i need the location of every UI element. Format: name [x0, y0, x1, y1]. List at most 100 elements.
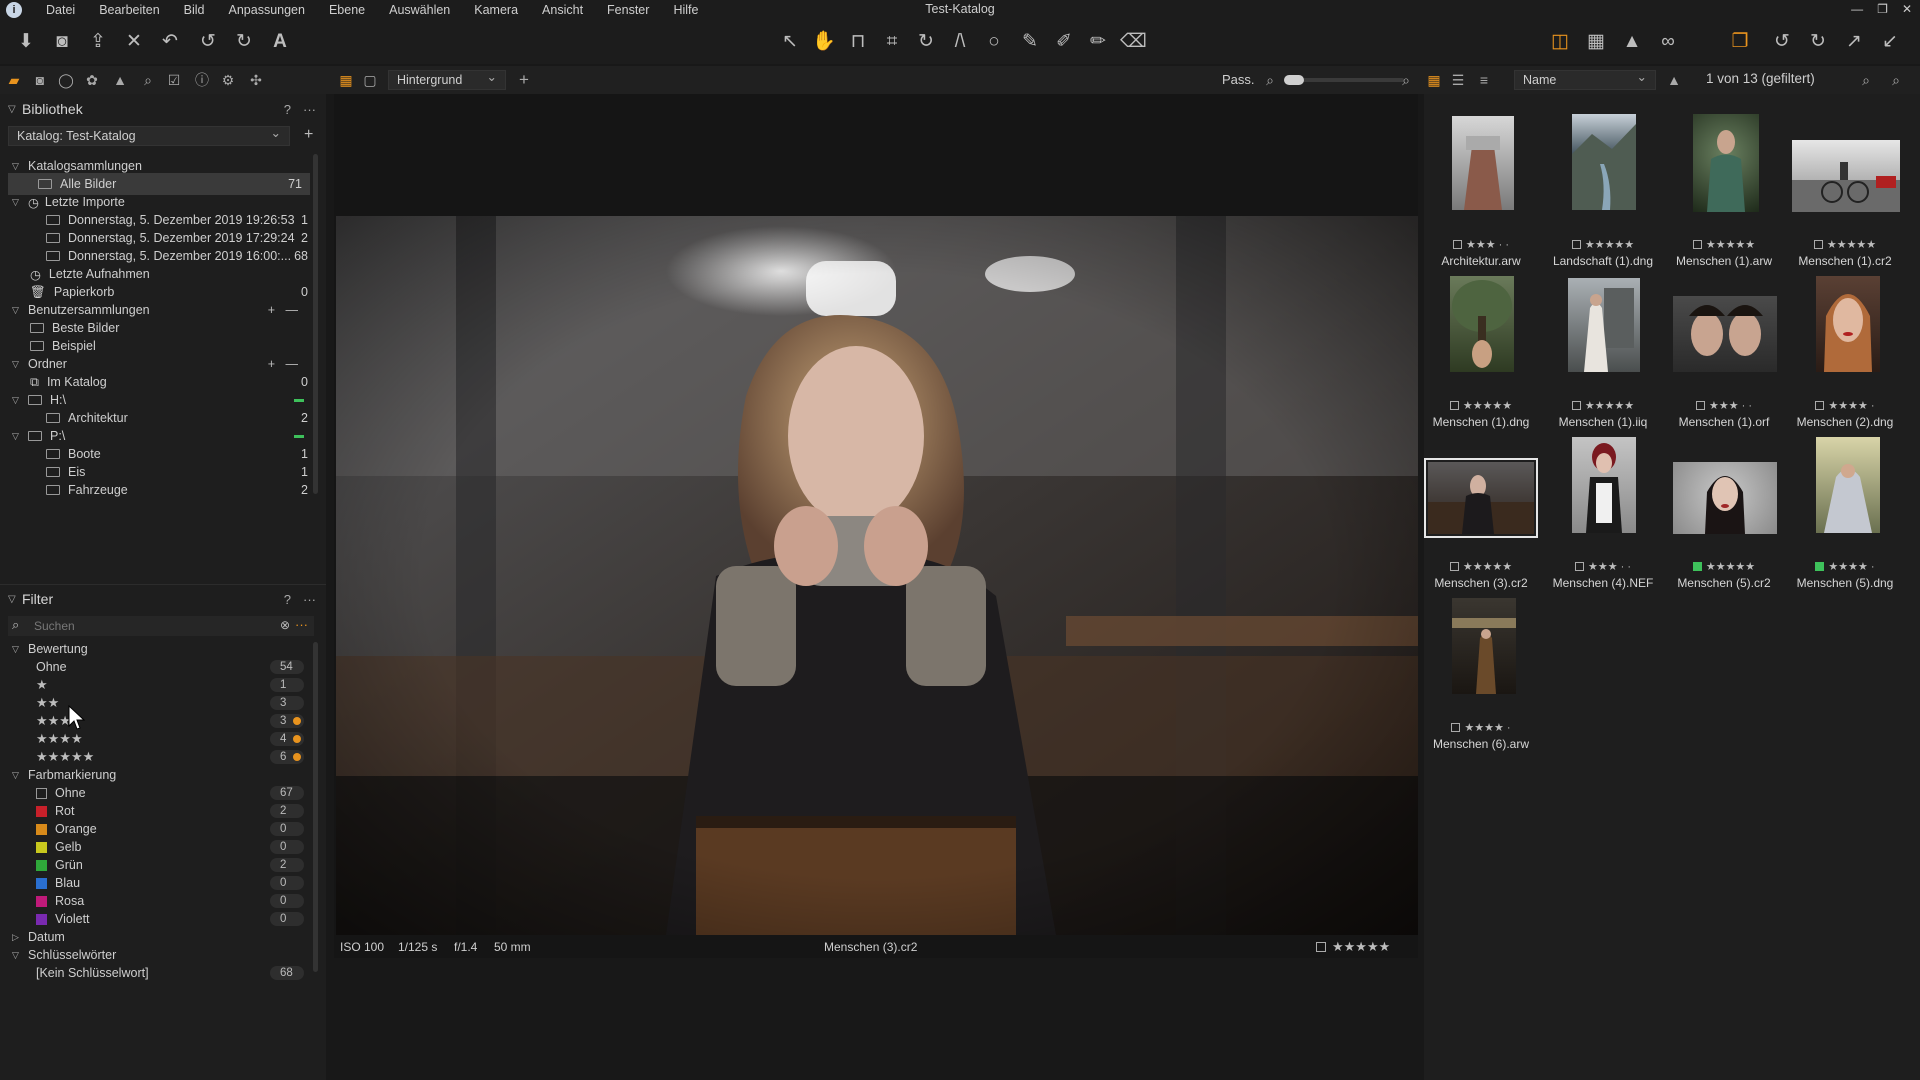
thumbnail-rating[interactable]: ★★★★★	[1665, 560, 1783, 573]
menu-kamera[interactable]: Kamera	[462, 3, 530, 17]
text-tool-icon[interactable]: A	[268, 30, 292, 54]
more-icon[interactable]: ···	[303, 102, 316, 117]
menu-datei[interactable]: Datei	[34, 3, 87, 17]
thumbnail-rating[interactable]: ★★★★★	[1665, 238, 1783, 251]
keyword-row-none[interactable]: [Kein Schlüsselwort] 68	[0, 962, 316, 984]
thumbnail-rating[interactable]: ★★★ · ·	[1422, 238, 1540, 251]
adjustments-tab-icon[interactable]: ☑	[164, 70, 184, 90]
thumbnail-rating[interactable]: ★★★★★	[1422, 560, 1540, 573]
erase-mask-icon[interactable]: ⌫	[1120, 30, 1147, 54]
thumbnail-rating[interactable]: ★★★★★	[1786, 238, 1904, 251]
redo-icon[interactable]: ↻	[232, 30, 256, 54]
list-view-icon[interactable]: ☰	[1448, 70, 1468, 90]
search-input[interactable]: Suchen	[34, 619, 75, 633]
thumbnail-image[interactable]	[1450, 276, 1514, 372]
help-icon[interactable]: ?	[284, 592, 291, 607]
thumbnail-image[interactable]	[1424, 458, 1538, 538]
gradient-mask-icon[interactable]: ✏	[1086, 30, 1110, 54]
clear-search-icon[interactable]: ⊗	[280, 618, 290, 632]
brush-tool-icon[interactable]: ✎	[1018, 30, 1042, 54]
thumbnail-item[interactable]: ★★★ · · Architektur.arw	[1422, 114, 1540, 274]
thumbnail-rating[interactable]: ★★★★★	[1544, 399, 1662, 412]
filter-search-icon[interactable]: ⌕	[1856, 70, 1876, 90]
zoom-out-icon[interactable]: ⌕	[1260, 70, 1280, 90]
sort-select[interactable]: Name	[1514, 68, 1656, 90]
thumbnail-rating[interactable]: ★★★★ ·	[1786, 399, 1904, 412]
camera-icon[interactable]: ◙	[50, 30, 74, 54]
single-view-icon[interactable]: ▢	[360, 70, 380, 90]
apply-adjustments-icon[interactable]: ↙	[1878, 30, 1902, 54]
viewer-rating-stars[interactable]: ★★★★★	[1332, 939, 1390, 955]
menu-ebene[interactable]: Ebene	[317, 3, 377, 17]
filter-scrollbar[interactable]	[313, 642, 318, 972]
details-tab-icon[interactable]: ⌕	[138, 70, 158, 90]
export-icon[interactable]: ⇪	[86, 30, 110, 54]
capture-tab-icon[interactable]: ◙	[30, 70, 50, 90]
multi-view-icon[interactable]: ▦	[336, 70, 356, 90]
menu-bearbeiten[interactable]: Bearbeiten	[87, 3, 171, 17]
thumbnail-item[interactable]: ★★★★ · Menschen (6).arw	[1422, 597, 1540, 757]
thumbnail-image[interactable]	[1693, 114, 1759, 212]
thumbnail-item[interactable]: ★★★★★ Menschen (1).arw	[1665, 114, 1783, 274]
add-layer-icon[interactable]: +	[514, 70, 534, 90]
thumbnail-item[interactable]: ★★★★ · Menschen (2).dng	[1786, 275, 1904, 435]
compare-icon[interactable]: ◫	[1548, 30, 1572, 54]
grid-view-icon[interactable]: ▦	[1424, 70, 1444, 90]
filter-header[interactable]: ▽ Filter ? ···	[0, 586, 326, 612]
sort-direction-icon[interactable]: ▲	[1664, 70, 1684, 90]
search-options-icon[interactable]: ···	[295, 617, 308, 632]
hand-tool-icon[interactable]: ✋	[812, 30, 836, 54]
thumbnail-rating[interactable]: ★★★★ ·	[1786, 560, 1904, 573]
copy-adjustments-icon[interactable]: ↗	[1842, 30, 1866, 54]
rotate-right-icon[interactable]: ↻	[1806, 30, 1830, 54]
thumbnail-item[interactable]: ★★★★★ Menschen (1).cr2	[1786, 114, 1904, 274]
thumbnail-item[interactable]: ★★★★ · Menschen (5).dng	[1786, 436, 1904, 596]
import-icon[interactable]: ⬇	[14, 30, 38, 54]
thumbnail-item[interactable]: ★★★★★ Menschen (1).iiq	[1544, 275, 1662, 435]
thumbnail-rating[interactable]: ★★★★★	[1544, 238, 1662, 251]
library-item-fahrzeuge[interactable]: Fahrzeuge 2	[0, 479, 316, 501]
spot-tool-icon[interactable]: ○	[982, 30, 1006, 54]
zoom-slider-handle[interactable]	[1284, 75, 1304, 85]
thumbnail-rating[interactable]: ★★★★ ·	[1422, 721, 1540, 734]
menu-hilfe[interactable]: Hilfe	[661, 3, 710, 17]
thumbnail-image[interactable]	[1792, 140, 1900, 212]
help-icon[interactable]: ?	[284, 102, 291, 117]
details-view-icon[interactable]: ≡	[1474, 70, 1494, 90]
thumbnail-image[interactable]	[1568, 278, 1640, 372]
copy-apply-icon[interactable]: ❐	[1728, 30, 1752, 54]
undo-icon[interactable]: ↶	[158, 30, 182, 54]
menu-auswaehlen[interactable]: Auswählen	[377, 3, 462, 17]
add-remove-icons[interactable]: + —	[268, 303, 298, 317]
menu-ansicht[interactable]: Ansicht	[530, 3, 595, 17]
thumbnail-image[interactable]	[1452, 116, 1514, 210]
search-icon[interactable]: ⌕	[1886, 70, 1906, 90]
undo-alt-icon[interactable]: ↺	[196, 30, 220, 54]
library-header[interactable]: ▽ Bibliothek ? ···	[0, 96, 326, 122]
metadata-tab-icon[interactable]: ⓘ	[192, 70, 212, 90]
thumbnail-image[interactable]	[1452, 598, 1516, 694]
crop-tool-icon[interactable]: ⌗	[880, 30, 904, 54]
maximize-icon[interactable]: ❐	[1877, 2, 1888, 16]
main-photo[interactable]	[336, 216, 1418, 935]
thumbnail-image[interactable]	[1816, 437, 1880, 533]
thumbnail-item[interactable]: ★★★ · · Menschen (1).orf	[1665, 275, 1783, 435]
thumbnail-rating[interactable]: ★★★★★	[1422, 399, 1540, 412]
thumbnail-image[interactable]	[1572, 437, 1636, 533]
library-tab-icon[interactable]: ▰	[4, 70, 24, 90]
select-tool-icon[interactable]: ↖	[778, 30, 802, 54]
more-icon[interactable]: ···	[303, 592, 316, 607]
close-icon[interactable]: ✕	[1902, 2, 1912, 16]
thumbnail-item[interactable]: ★★★★★ Menschen (1).dng	[1422, 275, 1540, 435]
batch-tab-icon[interactable]: ✣	[246, 70, 266, 90]
draw-mask-icon[interactable]: ✐	[1052, 30, 1076, 54]
thumbnail-image[interactable]	[1673, 296, 1777, 372]
layer-select[interactable]: Hintergrund	[388, 68, 506, 90]
viewer-label-checkbox[interactable]	[1316, 942, 1326, 952]
keystone-tool-icon[interactable]: /\	[948, 30, 972, 54]
color-tab-icon[interactable]: ✿	[82, 70, 102, 90]
thumbnail-item[interactable]: ★★★★★ Menschen (5).cr2	[1665, 436, 1783, 596]
delete-icon[interactable]: ✕	[122, 30, 146, 54]
proof-icon[interactable]: ∞	[1656, 30, 1680, 54]
add-remove-icons[interactable]: + —	[268, 357, 298, 371]
